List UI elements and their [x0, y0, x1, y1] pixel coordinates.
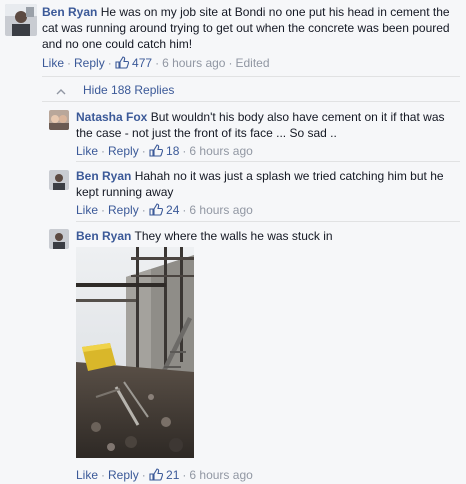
hide-replies-link[interactable]: Hide 188 Replies — [83, 83, 174, 97]
avatar[interactable] — [5, 4, 37, 36]
caret-up-icon[interactable] — [56, 84, 66, 98]
avatar[interactable] — [49, 110, 69, 130]
timestamp[interactable]: 6 hours ago — [189, 468, 252, 482]
like-link[interactable]: Like — [42, 56, 64, 70]
comment-actions: Like · Reply · 477 · 6 hours ago · Edited — [42, 56, 270, 72]
thumbs-up-icon[interactable] — [149, 144, 163, 160]
avatar[interactable] — [49, 229, 69, 249]
comment-4: Ben Ryan They where the walls he was stu… — [76, 228, 458, 244]
like-count[interactable]: 24 — [166, 203, 179, 217]
thumbs-up-icon[interactable] — [149, 468, 163, 484]
comment-text: Hahah no it was just a splash we tried c… — [76, 169, 444, 199]
reply-link[interactable]: Reply — [108, 144, 139, 158]
edited-label[interactable]: Edited — [235, 56, 269, 70]
divider — [76, 221, 460, 222]
like-link[interactable]: Like — [76, 468, 98, 482]
comment-actions: Like · Reply · 18 · 6 hours ago — [76, 144, 253, 160]
avatar[interactable] — [49, 170, 69, 190]
divider — [42, 76, 460, 77]
comment-1: Ben Ryan He was on my job site at Bondi … — [42, 4, 456, 72]
divider — [76, 161, 460, 162]
comment-actions: Like · Reply · 24 · 6 hours ago — [76, 203, 253, 219]
author-name[interactable]: Natasha Fox — [76, 110, 147, 124]
author-name[interactable]: Ben Ryan — [76, 229, 131, 243]
reply-link[interactable]: Reply — [74, 56, 105, 70]
like-count[interactable]: 18 — [166, 144, 179, 158]
like-count[interactable]: 477 — [132, 56, 152, 70]
comment-actions: Like · Reply · 21 · 6 hours ago — [76, 468, 253, 484]
comment-4-actions: Like · Reply · 21 · 6 hours ago — [76, 468, 458, 484]
comment-text: He was on my job site at Bondi no one pu… — [42, 5, 450, 51]
comment-text: They where the walls he was stuck in — [134, 229, 333, 243]
thumbs-up-icon[interactable] — [115, 56, 129, 72]
reply-link[interactable]: Reply — [108, 468, 139, 482]
like-link[interactable]: Like — [76, 203, 98, 217]
comment-3: Ben Ryan Hahah no it was just a splash w… — [76, 168, 458, 219]
like-count[interactable]: 21 — [166, 468, 179, 482]
timestamp[interactable]: 6 hours ago — [189, 203, 252, 217]
like-link[interactable]: Like — [76, 144, 98, 158]
thumbs-up-icon[interactable] — [149, 203, 163, 219]
timestamp[interactable]: 6 hours ago — [162, 56, 225, 70]
author-name[interactable]: Ben Ryan — [42, 5, 97, 19]
timestamp[interactable]: 6 hours ago — [189, 144, 252, 158]
divider — [42, 101, 460, 102]
author-name[interactable]: Ben Ryan — [76, 169, 131, 183]
comment-2: Natasha Fox But wouldn't his body also h… — [76, 109, 458, 160]
reply-link[interactable]: Reply — [108, 203, 139, 217]
attached-photo[interactable] — [76, 247, 194, 458]
